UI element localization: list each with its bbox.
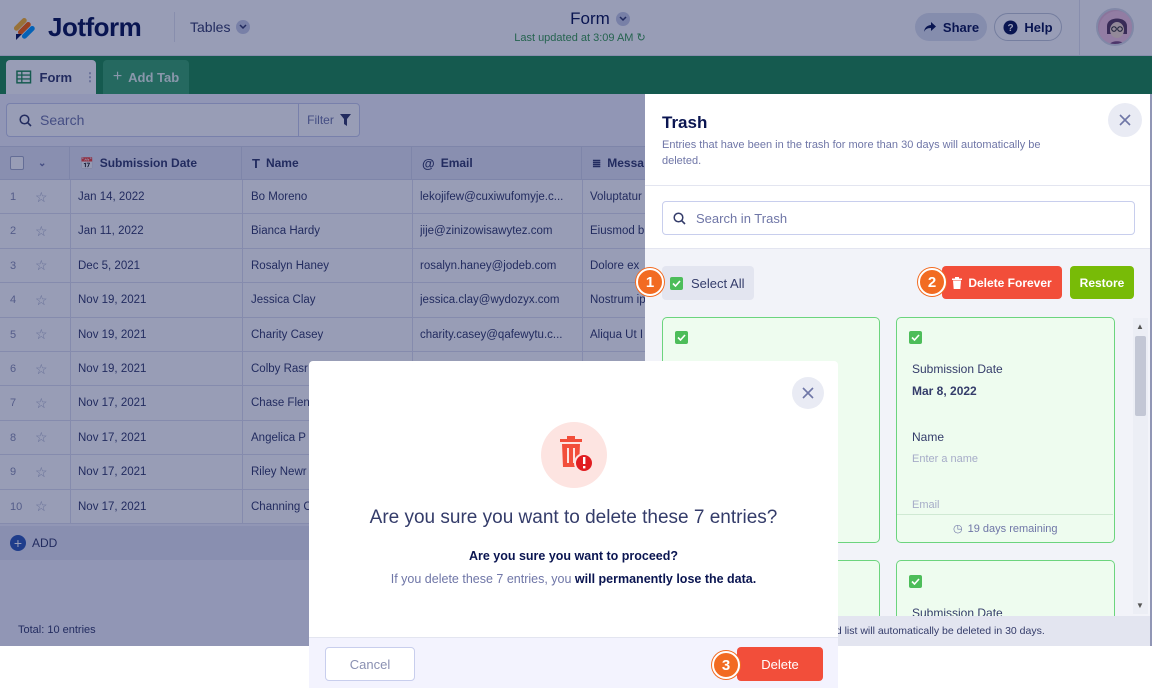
select-all-toggle[interactable]: Select All	[662, 266, 754, 300]
restore-button[interactable]: Restore	[1070, 266, 1134, 299]
modal-title: Are you sure you want to delete these 7 …	[369, 507, 778, 528]
card-footer: ◷ 19 days remaining	[953, 522, 1058, 536]
checkbox-checked-icon[interactable]	[670, 276, 683, 290]
app-root: Jotform Tables Form Last updated at 3:09…	[0, 0, 1152, 688]
trash-footnote: ed list will automatically be deleted in…	[830, 625, 1045, 637]
scroll-up-icon[interactable]: ▲	[1136, 322, 1144, 331]
modal-close-button[interactable]	[792, 377, 824, 409]
close-icon	[802, 387, 814, 399]
close-icon	[1119, 114, 1131, 126]
card-name-placeholder: Enter a name	[912, 453, 979, 465]
trash-warning-icon	[541, 422, 607, 488]
card-date-label: Submission Date	[912, 362, 1003, 376]
days-remaining: 19 days remaining	[967, 522, 1058, 535]
modal-warning: If you delete these 7 entries, you will …	[309, 572, 838, 586]
trash-icon	[952, 276, 963, 289]
delete-forever-button[interactable]: Delete Forever	[942, 266, 1062, 299]
trash-close-button[interactable]	[1108, 103, 1142, 137]
checkbox-checked-icon[interactable]	[675, 331, 688, 344]
checkbox-checked-icon[interactable]	[909, 331, 922, 344]
cancel-button[interactable]: Cancel	[325, 647, 415, 681]
step-marker-3: 3	[712, 651, 740, 679]
trash-scrollbar-thumb[interactable]	[1135, 336, 1146, 416]
step-marker-2: 2	[918, 268, 946, 296]
trash-search-input[interactable]: Search in Trash	[662, 201, 1135, 235]
modal-warning-bold: will permanently lose the data.	[574, 572, 757, 586]
step-marker-1: 1	[636, 268, 664, 296]
delete-forever-label: Delete Forever	[968, 275, 1052, 290]
card-name-label: Name	[912, 430, 945, 444]
restore-label: Restore	[1079, 275, 1125, 290]
scroll-down-icon[interactable]: ▼	[1136, 601, 1144, 610]
modal-warning-text: If you delete these 7 entries, you	[390, 572, 572, 586]
trash-entry-card[interactable]: Submission Date Mar 8, 2022 Name Enter a…	[896, 317, 1115, 543]
trash-description: Entries that have been in the trash for …	[662, 139, 1041, 167]
trash-title: Trash	[662, 113, 708, 132]
delete-button[interactable]: Delete	[737, 647, 823, 681]
checkbox-checked-icon[interactable]	[909, 575, 922, 588]
card-email-label: Email	[912, 499, 940, 511]
clock-icon: ◷	[953, 523, 963, 535]
search-icon	[673, 211, 686, 225]
select-all-label: Select All	[691, 275, 745, 291]
card-date-value: Mar 8, 2022	[912, 384, 977, 398]
trash-search-placeholder: Search in Trash	[696, 210, 788, 226]
trash-icon	[560, 436, 594, 473]
card-divider	[897, 514, 1113, 515]
modal-question: Are you sure you want to proceed?	[468, 549, 679, 563]
